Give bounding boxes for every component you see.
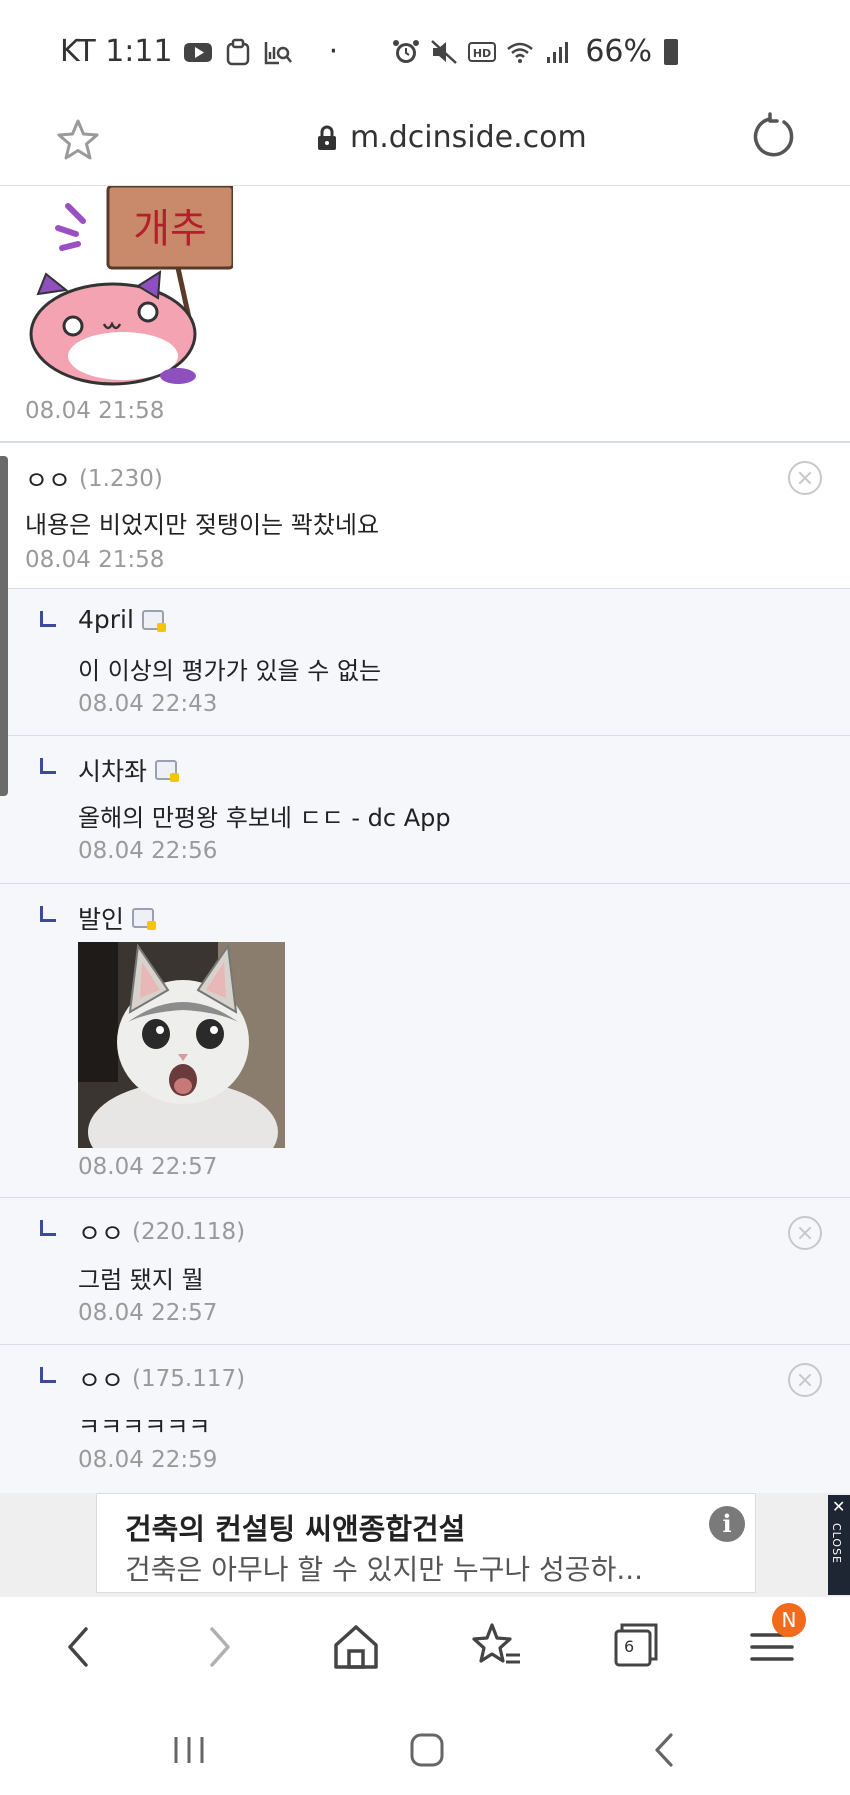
fixed-nick-icon — [155, 760, 180, 782]
comment-time: 08.04 22:57 — [78, 1300, 218, 1326]
comment-author[interactable]: 발인 — [78, 900, 157, 936]
comment-time: 08.04 21:58 — [25, 547, 165, 573]
browser-toolbar: 6 N — [0, 1597, 850, 1701]
reply-marker-icon — [40, 611, 56, 627]
comment-text: 내용은 비었지만 젖탱이는 꽉찼네요 — [25, 511, 380, 539]
url-text: m.dcinside.com — [350, 120, 587, 155]
comment-author[interactable]: ㅇㅇ (220.118) — [78, 1214, 245, 1250]
battery-percent: 66% — [585, 34, 652, 69]
nickname: 시차좌 — [78, 757, 148, 786]
ad-close-label: CLOSE — [830, 1523, 843, 1565]
nickname: ㅇㅇ — [78, 1219, 125, 1248]
svg-text:HD: HD — [473, 47, 491, 60]
reply-marker-icon — [40, 758, 56, 774]
ad-description: 건축은 아무나 할 수 있지만 누구나 성공하... — [125, 1553, 644, 1586]
comment-text: 이 이상의 평가가 있을 수 없는 — [78, 657, 382, 685]
comment-author[interactable]: 시차좌 — [78, 752, 180, 788]
ip-address: (220.118) — [132, 1219, 246, 1245]
ad-title: 건축의 컨설팅 씨앤종합건설 — [125, 1512, 466, 1546]
ad-close-button[interactable]: ✕ CLOSE — [828, 1495, 850, 1595]
reply-marker-icon — [40, 1220, 56, 1236]
ip-address: (175.117) — [132, 1366, 246, 1392]
reply-marker-icon — [40, 906, 56, 922]
reload-icon[interactable] — [748, 112, 798, 162]
fixed-nick-icon — [132, 908, 157, 930]
nickname: ㅇㅇ — [25, 466, 72, 495]
cat-image[interactable] — [78, 942, 285, 1148]
delete-comment-icon[interactable] — [788, 1216, 822, 1250]
reply-item: 4pril 이 이상의 평가가 있을 수 없는 08.04 22:43 — [0, 589, 850, 736]
battery-icon — [664, 38, 678, 65]
status-left: KT 1:11 · — [60, 34, 338, 69]
forward-icon[interactable] — [188, 1617, 248, 1677]
comment-item: ㅇㅇ (1.230) 내용은 비었지만 젖탱이는 꽉찼네요 08.04 21:5… — [0, 442, 850, 589]
youtube-icon — [183, 42, 212, 62]
lock-icon — [318, 125, 336, 150]
system-navigation-bar — [0, 1701, 850, 1795]
comment-author[interactable]: ㅇㅇ (1.230) — [25, 461, 163, 497]
address-field[interactable]: m.dcinside.com — [316, 120, 587, 155]
tabs-button[interactable]: 6 — [604, 1617, 664, 1677]
new-badge: N — [772, 1603, 806, 1637]
ad-box[interactable]: 건축의 컨설팅 씨앤종합건설 건축은 아무나 할 수 있지만 누구나 성공하..… — [96, 1493, 756, 1593]
comment-text: 올해의 만평왕 후보네 ㄷㄷ - dc App — [78, 804, 451, 832]
wifi-icon — [507, 42, 534, 63]
ad-banner: 건축의 컨설팅 씨앤종합건설 건축은 아무나 할 수 있지만 누구나 성공하..… — [0, 1493, 850, 1597]
ad-info-icon[interactable]: i — [709, 1506, 745, 1542]
comment-text: 그럼 됐지 뭘 — [78, 1266, 204, 1294]
delete-comment-icon[interactable] — [788, 461, 822, 495]
comment-time: 08.04 21:58 — [25, 398, 165, 424]
back-icon[interactable] — [50, 1617, 110, 1677]
status-dot: · — [328, 34, 339, 69]
reply-item: ㅇㅇ (220.118) 그럼 됐지 뭘 08.04 22:57 — [0, 1198, 850, 1345]
fixed-nick-icon — [141, 609, 166, 632]
sticker-text: 개추 — [133, 206, 207, 252]
clipboard-icon — [226, 38, 249, 65]
status-bar: KT 1:11 · HD 66% — [0, 0, 850, 108]
dccon-sticker: 개추 — [29, 186, 233, 386]
gallery-search-icon — [264, 41, 292, 64]
comment-time: 08.04 22:43 — [78, 691, 218, 717]
reply-item: 시차좌 올해의 만평왕 후보네 ㄷㄷ - dc App 08.04 22:56 — [0, 736, 850, 884]
close-icon: ✕ — [832, 1497, 846, 1516]
status-right: HD 66% — [391, 34, 678, 69]
back-nav-icon[interactable] — [640, 1725, 690, 1775]
browser-url-bar: m.dcinside.com — [0, 108, 850, 186]
comment-list[interactable]: 개추 08.04 21:58 ㅇㅇ (1.230) 내용은 비었지만 젖탱이는 … — [0, 186, 850, 1493]
comment-time: 08.04 22:56 — [78, 838, 218, 864]
comment-text: ㅋㅋㅋㅋㅋㅋ — [78, 1413, 211, 1441]
reply-item: 발인 08.04 22:57 — [0, 884, 850, 1198]
ip-address: (1.230) — [79, 466, 163, 492]
reply-marker-icon — [40, 1367, 56, 1383]
recent-apps-icon[interactable] — [164, 1725, 214, 1775]
reply-item: ㅇㅇ (175.117) ㅋㅋㅋㅋㅋㅋ 08.04 22:59 — [0, 1345, 850, 1493]
home-nav-icon[interactable] — [402, 1725, 452, 1775]
comment-time: 08.04 22:59 — [78, 1447, 218, 1473]
bookmarks-icon[interactable] — [466, 1617, 526, 1677]
nickname: 4pril — [78, 605, 134, 634]
carrier-time: KT 1:11 — [60, 34, 173, 69]
nickname: 발인 — [78, 905, 125, 934]
comment-time: 08.04 22:57 — [78, 1154, 218, 1180]
comment-author[interactable]: 4pril — [78, 605, 166, 634]
comment-item: 개추 08.04 21:58 — [0, 186, 850, 442]
signal-icon — [547, 41, 569, 63]
comment-author[interactable]: ㅇㅇ (175.117) — [78, 1361, 245, 1397]
delete-comment-icon[interactable] — [788, 1363, 822, 1397]
bookmark-star-icon[interactable] — [54, 116, 102, 164]
hd-icon: HD — [468, 41, 497, 62]
mute-icon — [431, 39, 458, 64]
home-icon[interactable] — [326, 1617, 386, 1677]
nickname: ㅇㅇ — [78, 1366, 125, 1395]
tab-count: 6 — [624, 1637, 635, 1656]
scrollbar[interactable] — [0, 456, 8, 796]
alarm-icon — [393, 39, 420, 63]
